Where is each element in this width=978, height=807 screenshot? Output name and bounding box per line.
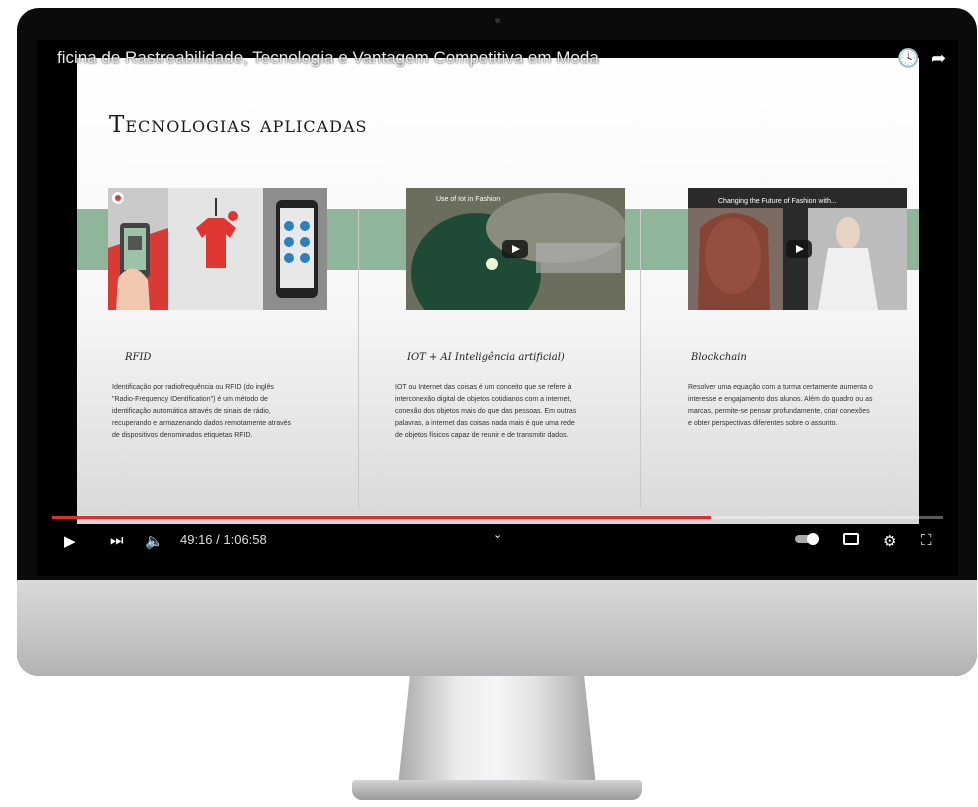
chevron-down-icon[interactable]: ⌄ — [493, 528, 502, 541]
skip-next-icon[interactable]: ⏭ — [110, 532, 124, 549]
video-thumbnail-iot[interactable]: Use of Iot in Fashion — [406, 188, 625, 310]
video-title-overlay: Use of Iot in Fashion — [436, 196, 501, 203]
play-icon[interactable] — [502, 240, 528, 258]
watch-later-icon[interactable]: 🕓 — [897, 48, 919, 69]
column-body-iot: IOT ou Internet das coisas é um conceito… — [395, 384, 577, 439]
camera-dot — [495, 18, 500, 23]
presentation-slide: Tecnologias aplicadas Use of Iot in Fash… — [77, 58, 919, 524]
rfid-illustration — [108, 188, 327, 310]
progress-bar-played — [52, 516, 712, 519]
settings-gear-icon[interactable]: ⚙ — [883, 532, 896, 550]
video-thumbnail-blockchain[interactable]: Changing the Future of Fashion with... — [688, 188, 907, 310]
share-icon[interactable]: ➦ — [931, 48, 946, 69]
play-icon[interactable]: ▶ — [64, 532, 76, 550]
autoplay-toggle-icon[interactable] — [795, 532, 819, 549]
monitor-stand-neck — [398, 676, 596, 786]
subtitles-icon[interactable] — [843, 532, 859, 549]
column-divider — [640, 209, 641, 509]
monitor-stand-foot — [352, 780, 642, 800]
slide-title: Tecnologias aplicadas — [109, 112, 368, 138]
video-title[interactable]: ficina de Rastreabilidade, Tecnologia e … — [57, 48, 599, 68]
time-display: 49:16 / 1:06:58 — [180, 532, 267, 547]
column-body-rfid: Identificação por radiofrequência ou RFI… — [112, 384, 291, 439]
player-controls: ▶ ⏭ 🔈 49:16 / 1:06:58 ⌄ ⚙ ⛶ — [37, 524, 958, 558]
column-heading-rfid: RFID — [125, 352, 152, 363]
video-player[interactable]: ficina de Rastreabilidade, Tecnologia e … — [37, 40, 958, 576]
fullscreen-icon[interactable]: ⛶ — [921, 532, 932, 549]
monitor-chin — [17, 580, 977, 676]
column-heading-blockchain: Blockchain — [691, 352, 747, 363]
column-divider — [358, 209, 359, 509]
video-title-overlay: Changing the Future of Fashion with... — [718, 198, 837, 205]
volume-icon[interactable]: 🔈 — [145, 532, 164, 550]
progress-bar[interactable] — [52, 516, 943, 519]
column-heading-iot: IOT + AI Inteligência artificial) — [407, 352, 565, 363]
column-body-blockchain: Resolver uma equação com a turma certame… — [688, 384, 873, 427]
play-icon[interactable] — [786, 240, 812, 258]
rfid-art — [108, 188, 327, 310]
